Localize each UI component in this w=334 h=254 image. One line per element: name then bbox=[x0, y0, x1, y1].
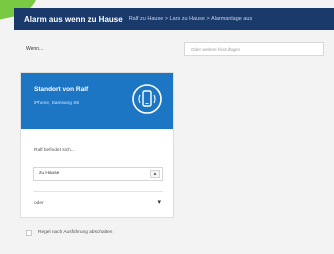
select-toggle-button[interactable]: ▲ bbox=[150, 170, 160, 178]
chevron-down-icon[interactable]: ▾ bbox=[157, 197, 161, 209]
disable-after-run-checkbox[interactable] bbox=[26, 230, 32, 236]
condition-label: Wenn... bbox=[26, 46, 44, 52]
page-header: Alarm aus wenn zu Hause Ralf zu Hause > … bbox=[14, 8, 334, 30]
app-window: Alarm aus wenn zu Hause Ralf zu Hause > … bbox=[0, 0, 334, 254]
phone-location-icon bbox=[132, 84, 162, 114]
page-title: Alarm aus wenn zu Hause bbox=[24, 14, 123, 24]
card-divider bbox=[33, 191, 163, 192]
or-label: oder bbox=[34, 201, 44, 206]
location-state-value: zu Hause bbox=[39, 171, 60, 176]
add-condition-placeholder: Oder weitere hinzufügen bbox=[191, 46, 241, 52]
add-condition-select[interactable]: Oder weitere hinzufügen bbox=[184, 42, 324, 56]
card-subtitle: iPhone, Samsung S6 bbox=[34, 101, 80, 106]
disable-after-run-label[interactable]: Regel nach Ausführung abschalten bbox=[38, 230, 112, 235]
location-condition-card: Standort von Ralf iPhone, Samsung S6 Ral… bbox=[20, 72, 174, 218]
breadcrumb[interactable]: Ralf zu Hause > Lars zu Hause > Alarmanl… bbox=[129, 16, 253, 22]
location-question: Ralf befindet sich... bbox=[34, 148, 75, 153]
card-header: Standort von Ralf iPhone, Samsung S6 bbox=[21, 73, 173, 129]
location-state-select[interactable]: zu Hause ▲ bbox=[33, 167, 163, 181]
card-title: Standort von Ralf bbox=[34, 86, 89, 93]
